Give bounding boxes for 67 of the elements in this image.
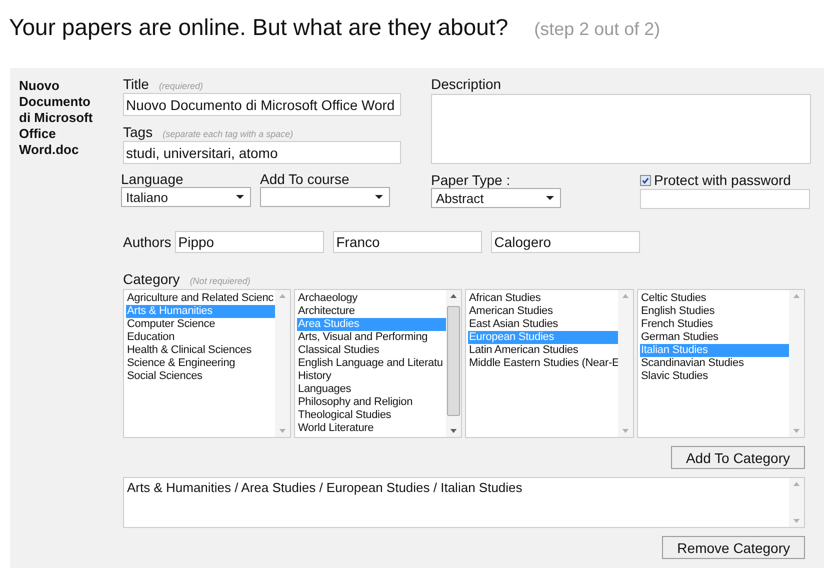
scroll-up-arrow-icon[interactable]: [450, 294, 457, 298]
author-field[interactable]: Franco: [333, 231, 482, 253]
list-option[interactable]: Computer Science: [126, 318, 275, 331]
list-option[interactable]: East Asian Studies: [468, 318, 618, 331]
checkbox-label: Protect with password: [654, 172, 791, 188]
field-label: Title: [123, 76, 149, 92]
list-option[interactable]: Architecture: [297, 305, 446, 318]
selected-categories-box[interactable]: Arts & Humanities / Area Studies / European Studies / Italian Studies: [123, 477, 805, 528]
field-label: Description: [431, 76, 502, 92]
list-option[interactable]: German Studies: [640, 331, 789, 344]
field-label: Authors: [123, 234, 172, 250]
remove-category-button[interactable]: Remove Category: [662, 536, 805, 559]
list-option[interactable]: Health & Clinical Sciences: [126, 344, 275, 357]
caret-icon: [546, 196, 554, 200]
add-to-category-button[interactable]: Add To Category: [670, 446, 805, 469]
list-option[interactable]: Agriculture and Related Scienc: [126, 292, 275, 305]
course-dropdown[interactable]: [260, 187, 390, 207]
tags-field[interactable]: studi, universitari, atomo: [123, 141, 401, 164]
scrollbar[interactable]: [446, 290, 461, 437]
list-option[interactable]: Languages: [297, 383, 446, 396]
field-label: Tags: [123, 124, 153, 140]
field-label: Language: [121, 171, 184, 187]
list-option[interactable]: Science & Engineering: [126, 357, 275, 370]
list-option[interactable]: History: [297, 370, 446, 383]
field-hint: (separate each tag with a space): [162, 129, 294, 139]
caret-icon: [236, 195, 244, 199]
category-list[interactable]: African Studies American Studies East Asian Studies European Studies Latin American Studies Middle Eastern Studies (Near-E: [465, 289, 634, 438]
field-label: Add To course: [260, 171, 350, 187]
list-option[interactable]: Classical Studies: [297, 344, 446, 357]
page-heading: Your papers are online. But what are they about?: [9, 14, 508, 41]
language-dropdown[interactable]: Italiano: [121, 187, 251, 207]
list-option[interactable]: Social Sciences: [126, 370, 275, 383]
list-option[interactable]: Education: [126, 331, 275, 344]
category-list[interactable]: Celtic Studies English Studies French Studies German Studies Italian Studies Scandinavian Studies Slavic Studies: [637, 289, 805, 438]
field-label: Paper Type :: [431, 172, 512, 188]
list-option[interactable]: Archaeology: [297, 292, 446, 305]
list-option[interactable]: American Studies: [468, 305, 618, 318]
author-field[interactable]: Pippo: [175, 231, 324, 253]
list-option[interactable]: Latin American Studies: [468, 344, 618, 357]
list-option[interactable]: Celtic Studies: [640, 292, 789, 305]
checkbox[interactable]: [640, 174, 651, 186]
list-option[interactable]: Arts, Visual and Performing: [297, 331, 446, 344]
list-option[interactable]: World Literature: [297, 422, 446, 435]
author-field[interactable]: Calogero: [491, 231, 640, 253]
category-list[interactable]: Archaeology Architecture Area Studies Arts, Visual and Performing Classical Studies English Language and Literatu History Languages Philosophy and Religion Theological Studies World Literature: [294, 289, 462, 438]
caret-icon: [375, 195, 383, 199]
file-name: Nuovo Documento di Microsoft Office Word.doc: [18, 77, 94, 159]
list-option[interactable]: Middle Eastern Studies (Near-E: [468, 357, 618, 370]
list-option[interactable]: Scandinavian Studies: [640, 357, 789, 370]
selected-category[interactable]: Arts & Humanities / Area Studies / European Studies / Italian Studies: [127, 480, 786, 495]
field-hint: (Not requiered): [190, 276, 250, 286]
scroll-down-arrow-icon[interactable]: [450, 429, 457, 433]
list-option[interactable]: Philosophy and Religion: [297, 396, 446, 409]
paper-type-dropdown[interactable]: Abstract: [431, 188, 561, 208]
list-option[interactable]: English Language and Literatu: [297, 357, 446, 370]
title-field[interactable]: Nuovo Documento di Microsoft Office Word: [123, 93, 401, 116]
description-field[interactable]: [431, 94, 811, 164]
list-option[interactable]: French Studies: [640, 318, 789, 331]
field-hint: (requiered): [158, 81, 203, 91]
list-option[interactable]: Theological Studies: [297, 409, 446, 422]
field-label: Category: [123, 271, 180, 287]
category-list[interactable]: Agriculture and Related Scienc Arts & Humanities Computer Science Education Health & Clinical Sciences Science & Engineering Social Sciences: [123, 289, 291, 438]
list-option[interactable]: English Studies: [640, 305, 789, 318]
password-field[interactable]: [640, 189, 810, 209]
step-indicator: (step 2 out of 2): [534, 19, 660, 40]
list-option[interactable]: African Studies: [468, 292, 618, 305]
list-option[interactable]: Slavic Studies: [640, 370, 789, 383]
